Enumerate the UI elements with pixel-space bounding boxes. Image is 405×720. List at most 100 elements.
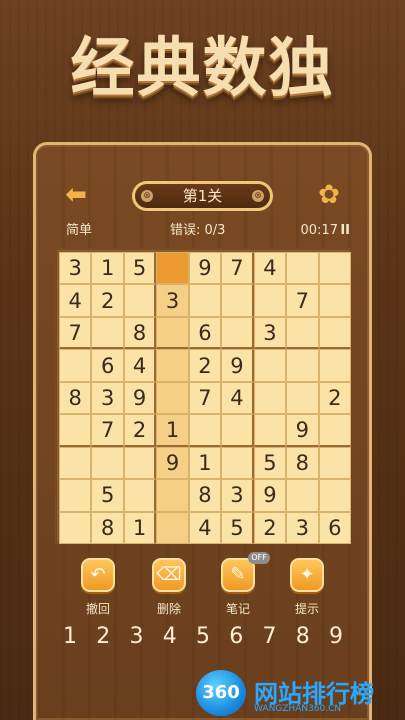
sudoku-cell[interactable]: 5	[123, 252, 157, 285]
sudoku-cell[interactable]: 3	[91, 381, 124, 415]
number-key-9[interactable]: 9	[321, 622, 351, 652]
sudoku-cell[interactable]: 5	[91, 479, 124, 512]
sudoku-cell[interactable]	[221, 316, 254, 350]
sudoku-cell[interactable]	[156, 381, 189, 415]
sudoku-cell[interactable]: 8	[59, 381, 92, 415]
sudoku-cell[interactable]	[253, 284, 287, 317]
number-key-2[interactable]: 2	[88, 622, 118, 652]
sudoku-cell[interactable]	[318, 414, 351, 447]
sudoku-cell[interactable]	[59, 446, 92, 480]
sudoku-cell[interactable]: 3	[253, 316, 287, 350]
number-key-8[interactable]: 8	[288, 622, 318, 652]
sudoku-cell[interactable]: 6	[318, 511, 351, 544]
notes-button[interactable]: ✎ OFF 笔记	[208, 552, 270, 617]
number-key-1[interactable]: 1	[55, 622, 85, 652]
sudoku-cell[interactable]	[318, 316, 351, 350]
sudoku-cell[interactable]: 4	[253, 252, 287, 285]
number-key-4[interactable]: 4	[155, 622, 185, 652]
sudoku-cell[interactable]: 2	[318, 381, 351, 415]
sudoku-cell[interactable]: 7	[188, 381, 222, 415]
back-arrow-icon[interactable]: ⬅	[62, 182, 90, 208]
number-key-6[interactable]: 6	[221, 622, 251, 652]
sudoku-cell[interactable]	[253, 381, 287, 415]
sudoku-cell[interactable]: 3	[156, 284, 189, 317]
sudoku-cell[interactable]: 6	[91, 349, 124, 382]
sudoku-cell[interactable]	[286, 479, 319, 512]
sudoku-cell[interactable]: 4	[221, 381, 254, 415]
sudoku-cell[interactable]: 1	[91, 252, 124, 285]
watermark-logo: 360	[196, 670, 246, 716]
sudoku-cell[interactable]: 9	[253, 479, 287, 512]
sudoku-cell[interactable]	[156, 349, 189, 382]
sudoku-cell[interactable]	[286, 381, 319, 415]
number-key-3[interactable]: 3	[122, 622, 152, 652]
sudoku-cell[interactable]	[123, 284, 157, 317]
sudoku-cell[interactable]	[286, 349, 319, 382]
sudoku-cell[interactable]	[59, 414, 92, 447]
sudoku-cell[interactable]	[156, 511, 189, 544]
sudoku-cell[interactable]: 6	[188, 316, 222, 350]
sudoku-cell[interactable]	[286, 252, 319, 285]
sudoku-cell[interactable]: 5	[221, 511, 254, 544]
number-key-7[interactable]: 7	[255, 622, 285, 652]
pause-icon[interactable]: II	[340, 222, 350, 240]
sudoku-cell[interactable]	[318, 284, 351, 317]
sudoku-cell[interactable]	[318, 446, 351, 480]
sudoku-cell[interactable]: 8	[91, 511, 124, 544]
sudoku-cell[interactable]: 3	[59, 252, 92, 285]
sudoku-cell[interactable]	[318, 252, 351, 285]
sudoku-cell[interactable]: 2	[123, 414, 157, 447]
sudoku-cell[interactable]	[221, 446, 254, 480]
sudoku-cell[interactable]: 1	[156, 414, 189, 447]
sudoku-cell[interactable]	[156, 252, 189, 285]
sudoku-cell[interactable]: 8	[123, 316, 157, 350]
sudoku-cell[interactable]: 4	[188, 511, 222, 544]
sudoku-cell[interactable]: 3	[221, 479, 254, 512]
sudoku-cell[interactable]: 9	[221, 349, 254, 382]
sudoku-cell[interactable]: 2	[188, 349, 222, 382]
sudoku-cell[interactable]: 5	[253, 446, 287, 480]
sudoku-cell[interactable]: 9	[286, 414, 319, 447]
sudoku-cell[interactable]: 3	[286, 511, 319, 544]
sudoku-cell[interactable]	[123, 479, 157, 512]
sudoku-cell[interactable]: 2	[91, 284, 124, 317]
sudoku-cell[interactable]	[286, 316, 319, 350]
sudoku-cell[interactable]	[156, 316, 189, 350]
sudoku-cell[interactable]: 7	[59, 316, 92, 350]
sudoku-cell[interactable]	[221, 414, 254, 447]
sudoku-cell[interactable]	[318, 479, 351, 512]
sudoku-cell[interactable]: 1	[188, 446, 222, 480]
sudoku-cell[interactable]: 9	[188, 252, 222, 285]
sudoku-cell[interactable]: 7	[91, 414, 124, 447]
sudoku-cell[interactable]	[253, 349, 287, 382]
sudoku-cell[interactable]: 7	[286, 284, 319, 317]
sudoku-cell[interactable]: 7	[221, 252, 254, 285]
sudoku-cell[interactable]	[156, 479, 189, 512]
sudoku-cell[interactable]: 1	[123, 511, 157, 544]
sudoku-cell[interactable]	[59, 511, 92, 544]
sudoku-cell[interactable]: 9	[123, 381, 157, 415]
sudoku-cell[interactable]	[221, 284, 254, 317]
sudoku-cell[interactable]	[123, 446, 157, 480]
erase-button[interactable]: ⌫ 删除	[139, 558, 199, 617]
hint-button[interactable]: ✦ 提示	[277, 558, 337, 617]
difficulty-label: 简单	[66, 223, 93, 238]
sudoku-cell[interactable]: 4	[59, 284, 92, 317]
timer: 00:17	[300, 223, 338, 238]
gear-icon[interactable]: ✿	[316, 182, 342, 208]
sudoku-cell[interactable]	[59, 349, 92, 382]
sudoku-cell[interactable]: 8	[286, 446, 319, 480]
number-key-5[interactable]: 5	[188, 622, 218, 652]
sudoku-cell[interactable]	[91, 446, 124, 480]
sudoku-cell[interactable]: 9	[156, 446, 189, 480]
sudoku-cell[interactable]	[318, 349, 351, 382]
sudoku-cell[interactable]	[59, 479, 92, 512]
sudoku-cell[interactable]	[188, 284, 222, 317]
sudoku-cell[interactable]: 4	[123, 349, 157, 382]
sudoku-cell[interactable]	[253, 414, 287, 447]
sudoku-cell[interactable]: 2	[253, 511, 287, 544]
sudoku-cell[interactable]: 8	[188, 479, 222, 512]
undo-button[interactable]: ↶ 撤回	[68, 558, 128, 617]
sudoku-cell[interactable]	[91, 316, 124, 350]
sudoku-cell[interactable]	[188, 414, 222, 447]
